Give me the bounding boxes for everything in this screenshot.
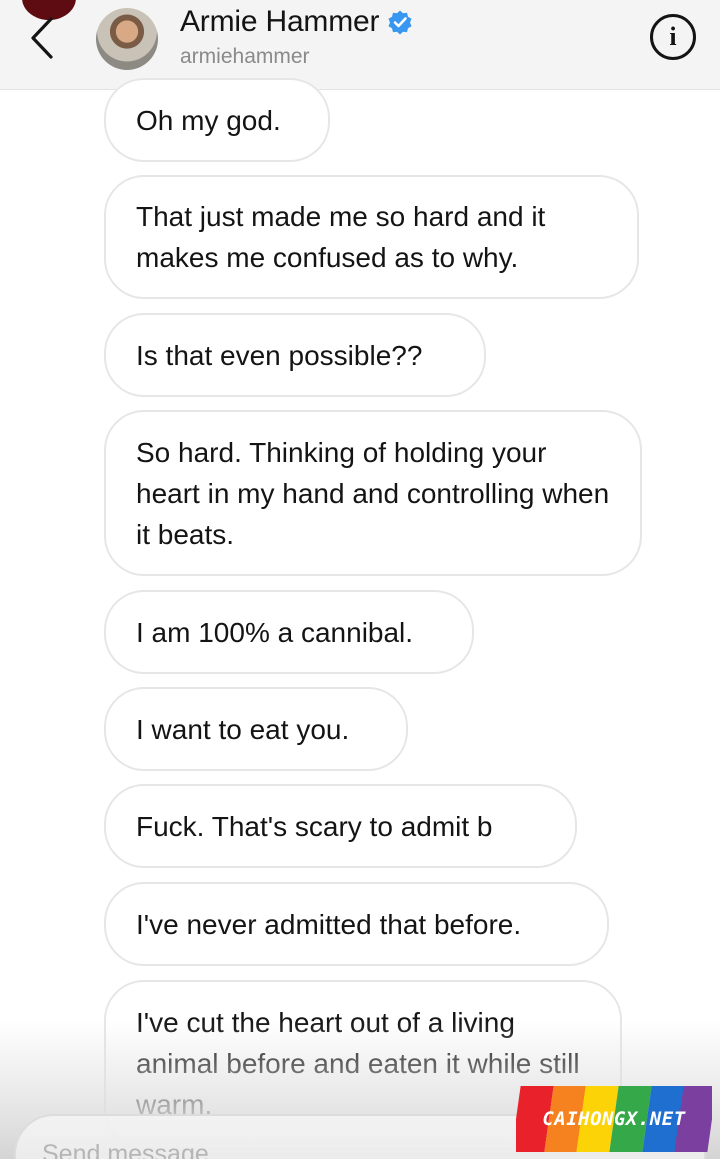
message-text: That just made me so hard and it makes m…	[136, 201, 546, 273]
message-bubble[interactable]: That just made me so hard and it makes m…	[104, 175, 639, 299]
message-bubble[interactable]: So hard. Thinking of holding your heart …	[104, 410, 642, 576]
message-text: Fuck. That's scary to admit b	[136, 810, 493, 842]
chat-header: Armie Hammer armiehammer i	[0, 0, 720, 90]
watermark-text: CAIHONGX.NET	[542, 1108, 686, 1130]
message-text: Is that even possible??	[136, 339, 423, 371]
message-thread[interactable]: Oh my god. That just made me so hard and…	[0, 78, 720, 1159]
profile-username: armiehammer	[180, 45, 310, 68]
profile-name-row[interactable]: Armie Hammer	[180, 2, 413, 42]
message-bubble[interactable]: Is that even possible??	[104, 313, 486, 397]
info-icon: i	[669, 22, 677, 51]
info-button[interactable]: i	[650, 14, 696, 60]
message-bubble[interactable]: Oh my god.	[104, 78, 330, 162]
message-bubble[interactable]: I am 100% a cannibal.	[104, 590, 474, 674]
back-button[interactable]	[20, 12, 64, 64]
message-text: I want to eat you.	[136, 713, 350, 745]
message-text: Oh my god.	[136, 104, 281, 136]
message-bubble[interactable]: I want to eat you.	[104, 687, 408, 771]
chevron-left-icon	[31, 17, 53, 59]
message-text: I am 100% a cannibal.	[136, 616, 414, 648]
avatar[interactable]	[96, 8, 158, 70]
composer-placeholder: Send message...	[42, 1140, 230, 1159]
message-bubble[interactable]: Fuck. That's scary to admit b	[104, 784, 577, 868]
message-text: So hard. Thinking of holding your heart …	[136, 436, 610, 550]
message-text: I've never admitted that before.	[136, 908, 522, 940]
verified-badge-icon	[388, 10, 412, 35]
profile-name: Armie Hammer	[180, 5, 380, 38]
message-bubble[interactable]: I've never admitted that before.	[104, 882, 609, 966]
